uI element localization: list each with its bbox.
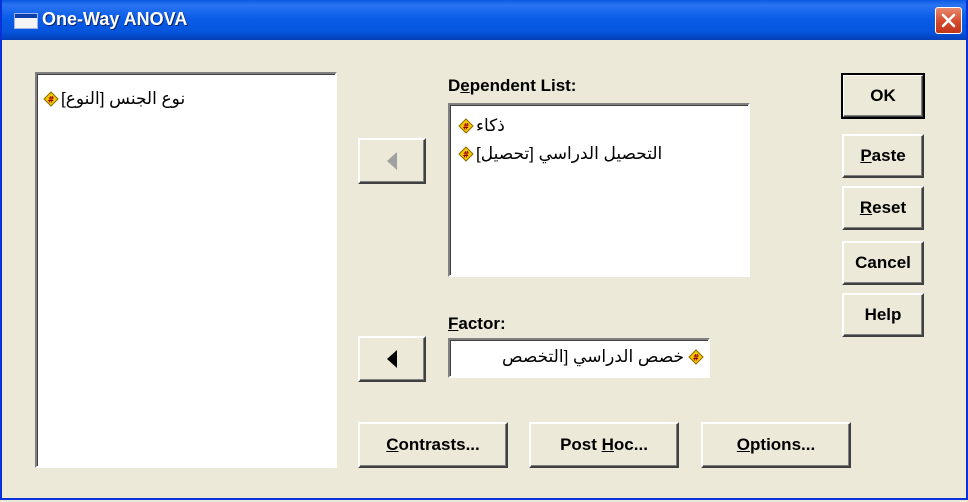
close-icon bbox=[941, 13, 956, 28]
dependent-list-label: Dependent List: bbox=[448, 76, 577, 95]
paste-button[interactable]: Paste bbox=[842, 134, 924, 178]
variable-label: [التحصيل الدراسي [تحصيل bbox=[476, 144, 663, 163]
cancel-button[interactable]: Cancel bbox=[842, 241, 924, 285]
help-label: Help bbox=[864, 305, 902, 324]
variable-label: [نوع الجنس [النوع bbox=[61, 89, 186, 108]
list-item[interactable]: # ذكاء bbox=[456, 115, 505, 137]
cancel-label: Cancel bbox=[855, 253, 911, 272]
title-bar[interactable]: One-Way ANOVA bbox=[2, 0, 966, 40]
close-button[interactable] bbox=[935, 7, 962, 34]
svg-text:#: # bbox=[48, 96, 54, 106]
post-hoc-button[interactable]: Post Hoc... bbox=[529, 422, 679, 468]
one-way-anova-dialog: One-Way ANOVA # [نوع الجنس [النوع Depend… bbox=[0, 0, 968, 500]
list-item[interactable]: # [التحصيل الدراسي [تحصيل bbox=[456, 143, 662, 165]
ok-label: OK bbox=[870, 86, 896, 105]
contrasts-button[interactable]: Contrasts... bbox=[358, 422, 508, 468]
scale-variable-icon: # bbox=[688, 349, 704, 365]
factor-value[interactable]: # خصص الدراسي [التخصص bbox=[502, 346, 704, 368]
factor-field[interactable]: # خصص الدراسي [التخصص bbox=[448, 338, 710, 378]
options-label: Options... bbox=[736, 435, 816, 454]
contrasts-label: Contrasts... bbox=[386, 435, 480, 454]
ok-button[interactable]: OK bbox=[841, 73, 925, 119]
source-variable-list[interactable]: # [نوع الجنس [النوع bbox=[35, 72, 337, 468]
variable-label: ذكاء bbox=[476, 116, 505, 135]
scale-variable-icon: # bbox=[43, 91, 59, 107]
help-button[interactable]: Help bbox=[842, 293, 924, 337]
svg-text:#: # bbox=[463, 151, 469, 161]
reset-label: Reset bbox=[859, 198, 907, 217]
left-arrow-icon bbox=[387, 152, 397, 170]
window-title: One-Way ANOVA bbox=[42, 9, 188, 29]
move-to-factor-button[interactable] bbox=[358, 336, 426, 382]
window-icon bbox=[14, 13, 38, 29]
left-arrow-icon bbox=[387, 350, 397, 368]
move-to-dependent-button[interactable] bbox=[358, 138, 426, 184]
dependent-list[interactable]: # ذكاء # [التحصيل الدراسي [تحصيل bbox=[448, 103, 750, 277]
scale-variable-icon: # bbox=[458, 118, 474, 134]
paste-label: Paste bbox=[860, 146, 906, 165]
factor-label: Factor: bbox=[448, 314, 506, 333]
list-item[interactable]: # [نوع الجنس [النوع bbox=[41, 88, 185, 110]
svg-text:#: # bbox=[463, 123, 469, 133]
post-hoc-label: Post Hoc... bbox=[560, 435, 648, 454]
options-button[interactable]: Options... bbox=[701, 422, 851, 468]
scale-variable-icon: # bbox=[458, 146, 474, 162]
reset-button[interactable]: Reset bbox=[842, 186, 924, 230]
variable-label: خصص الدراسي [التخصص bbox=[502, 347, 684, 366]
svg-text:#: # bbox=[693, 354, 699, 364]
